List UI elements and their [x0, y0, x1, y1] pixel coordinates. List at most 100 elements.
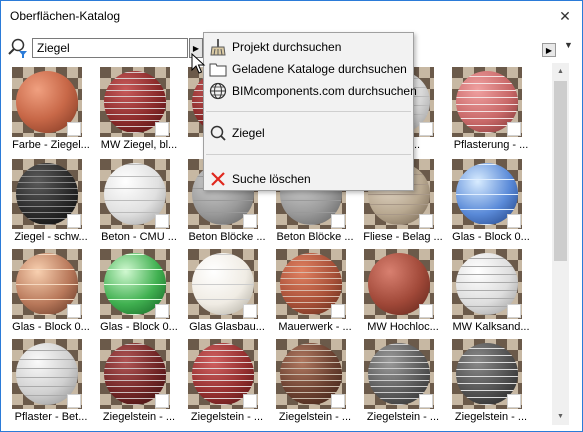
material-badge — [67, 122, 81, 136]
material-tile[interactable]: Beton - CMU ... — [97, 159, 181, 243]
material-thumbnail — [12, 339, 82, 409]
material-thumbnail — [364, 339, 434, 409]
material-thumbnail — [12, 159, 82, 229]
menu-item-label: BIMcomponents.com durchsuchen — [232, 84, 417, 98]
search-filter-icon[interactable] — [7, 37, 29, 59]
material-label: Pflasterung - ... — [453, 139, 529, 151]
material-thumbnail — [364, 249, 434, 319]
menu-separator — [206, 154, 411, 155]
material-badge — [243, 214, 257, 228]
material-badge — [419, 122, 433, 136]
menu-item-label: Geladene Kataloge durchsuchen — [232, 62, 407, 76]
menu-item-search-project[interactable]: Projekt durchsuchen — [206, 36, 411, 58]
material-badge — [507, 394, 521, 408]
material-tile[interactable]: Ziegel - schw... — [9, 159, 93, 243]
material-badge — [155, 304, 169, 318]
material-thumbnail — [188, 249, 258, 319]
material-badge — [155, 394, 169, 408]
material-badge — [67, 214, 81, 228]
menu-item-label: Suche löschen — [232, 172, 311, 186]
panel-menu-caret-icon[interactable]: ▼ — [564, 40, 573, 50]
material-tile[interactable]: MW Ziegel, bl... — [97, 67, 181, 151]
material-label: Ziegelstein - ... — [454, 411, 528, 423]
material-thumbnail — [276, 339, 346, 409]
material-label: Glas Glasbau... — [189, 321, 265, 333]
material-badge — [331, 304, 345, 318]
material-label: Ziegel - schw... — [14, 231, 88, 243]
material-badge — [67, 394, 81, 408]
scroll-down-icon[interactable]: ▼ — [552, 408, 569, 425]
menu-item-label: Projekt durchsuchen — [232, 40, 342, 54]
material-tile[interactable]: Glas Glasbau... — [185, 249, 269, 333]
material-tile[interactable]: Glas - Block 0... — [9, 249, 93, 333]
mouse-cursor-icon — [191, 53, 206, 74]
material-label: Ziegelstein - ... — [190, 411, 264, 423]
material-thumbnail — [100, 339, 170, 409]
material-label: MW Hochloc... — [367, 321, 439, 333]
material-label: MW Ziegel, bl... — [100, 139, 178, 151]
menu-item-recent-search[interactable]: Ziegel — [206, 122, 411, 144]
vertical-scrollbar[interactable]: ▲ ▼ — [552, 63, 569, 425]
material-tile[interactable]: Pflaster - Bet... — [9, 339, 93, 423]
material-thumbnail — [452, 159, 522, 229]
menu-item-clear-search[interactable]: Suche löschen — [206, 168, 411, 190]
material-tile[interactable]: Ziegelstein - ... — [273, 339, 357, 423]
menu-separator — [206, 111, 411, 112]
surface-catalog-window: Oberflächen-Katalog ✕ Ziegel ▶ ▶ ▼ Farbe… — [0, 0, 583, 432]
material-badge — [331, 214, 345, 228]
search-options-dropdown: Projekt durchsuchen Geladene Kataloge du… — [203, 32, 417, 191]
material-thumbnail — [12, 249, 82, 319]
material-label: Beton Blöcke ... — [188, 231, 266, 243]
material-tile[interactable]: MW Kalksand... — [449, 249, 533, 333]
menu-item-search-bimcomponents[interactable]: BIMcomponents.com durchsuchen — [206, 80, 417, 102]
material-badge — [155, 122, 169, 136]
material-tile[interactable]: Ziegelstein - ... — [449, 339, 533, 423]
material-label: Glas - Block 0... — [12, 321, 90, 333]
globe-icon — [209, 82, 227, 100]
close-icon[interactable]: ✕ — [552, 3, 578, 29]
material-thumbnail — [452, 339, 522, 409]
menu-item-search-loaded-catalogs[interactable]: Geladene Kataloge durchsuchen — [206, 58, 411, 80]
material-tile[interactable]: Glas - Block 0... — [449, 159, 533, 243]
material-thumbnail — [12, 67, 82, 137]
material-tile[interactable]: Farbe - Ziegel... — [9, 67, 93, 151]
material-tile[interactable]: Pflasterung - ... — [449, 67, 533, 151]
material-tile[interactable]: MW Hochloc... — [361, 249, 445, 333]
material-tile[interactable]: Ziegelstein - ... — [185, 339, 269, 423]
search-input[interactable]: Ziegel — [32, 38, 188, 58]
folder-icon — [209, 63, 227, 77]
material-tile[interactable]: Ziegelstein - ... — [361, 339, 445, 423]
material-tile[interactable]: Mauerwerk - ... — [273, 249, 357, 333]
scrollbar-thumb[interactable] — [554, 81, 567, 261]
material-badge — [155, 214, 169, 228]
broom-icon — [210, 39, 226, 56]
material-label: Glas - Block 0... — [100, 321, 178, 333]
material-thumbnail — [188, 339, 258, 409]
material-label: Farbe - Ziegel... — [12, 139, 90, 151]
material-thumbnail — [452, 249, 522, 319]
material-badge — [243, 304, 257, 318]
material-label: Pflaster - Bet... — [14, 411, 88, 423]
scroll-right-button[interactable]: ▶ — [542, 43, 556, 57]
material-label: Fliese - Belag ... — [363, 231, 443, 243]
material-label: Ziegelstein - ... — [366, 411, 440, 423]
menu-item-label: Ziegel — [232, 126, 265, 140]
material-thumbnail — [100, 159, 170, 229]
scroll-up-icon[interactable]: ▲ — [552, 63, 569, 80]
material-badge — [419, 214, 433, 228]
red-x-icon — [211, 172, 225, 186]
material-badge — [331, 394, 345, 408]
material-thumbnail — [452, 67, 522, 137]
material-label: Ziegelstein - ... — [102, 411, 176, 423]
material-label: Mauerwerk - ... — [278, 321, 352, 333]
material-badge — [243, 394, 257, 408]
material-thumbnail — [100, 67, 170, 137]
material-tile[interactable]: Ziegelstein - ... — [97, 339, 181, 423]
material-label: Beton - CMU ... — [101, 231, 177, 243]
material-badge — [507, 214, 521, 228]
window-title: Oberflächen-Katalog — [10, 9, 121, 23]
material-badge — [67, 304, 81, 318]
material-tile[interactable]: Glas - Block 0... — [97, 249, 181, 333]
material-label: Beton Blöcke ... — [276, 231, 354, 243]
material-thumbnail — [100, 249, 170, 319]
